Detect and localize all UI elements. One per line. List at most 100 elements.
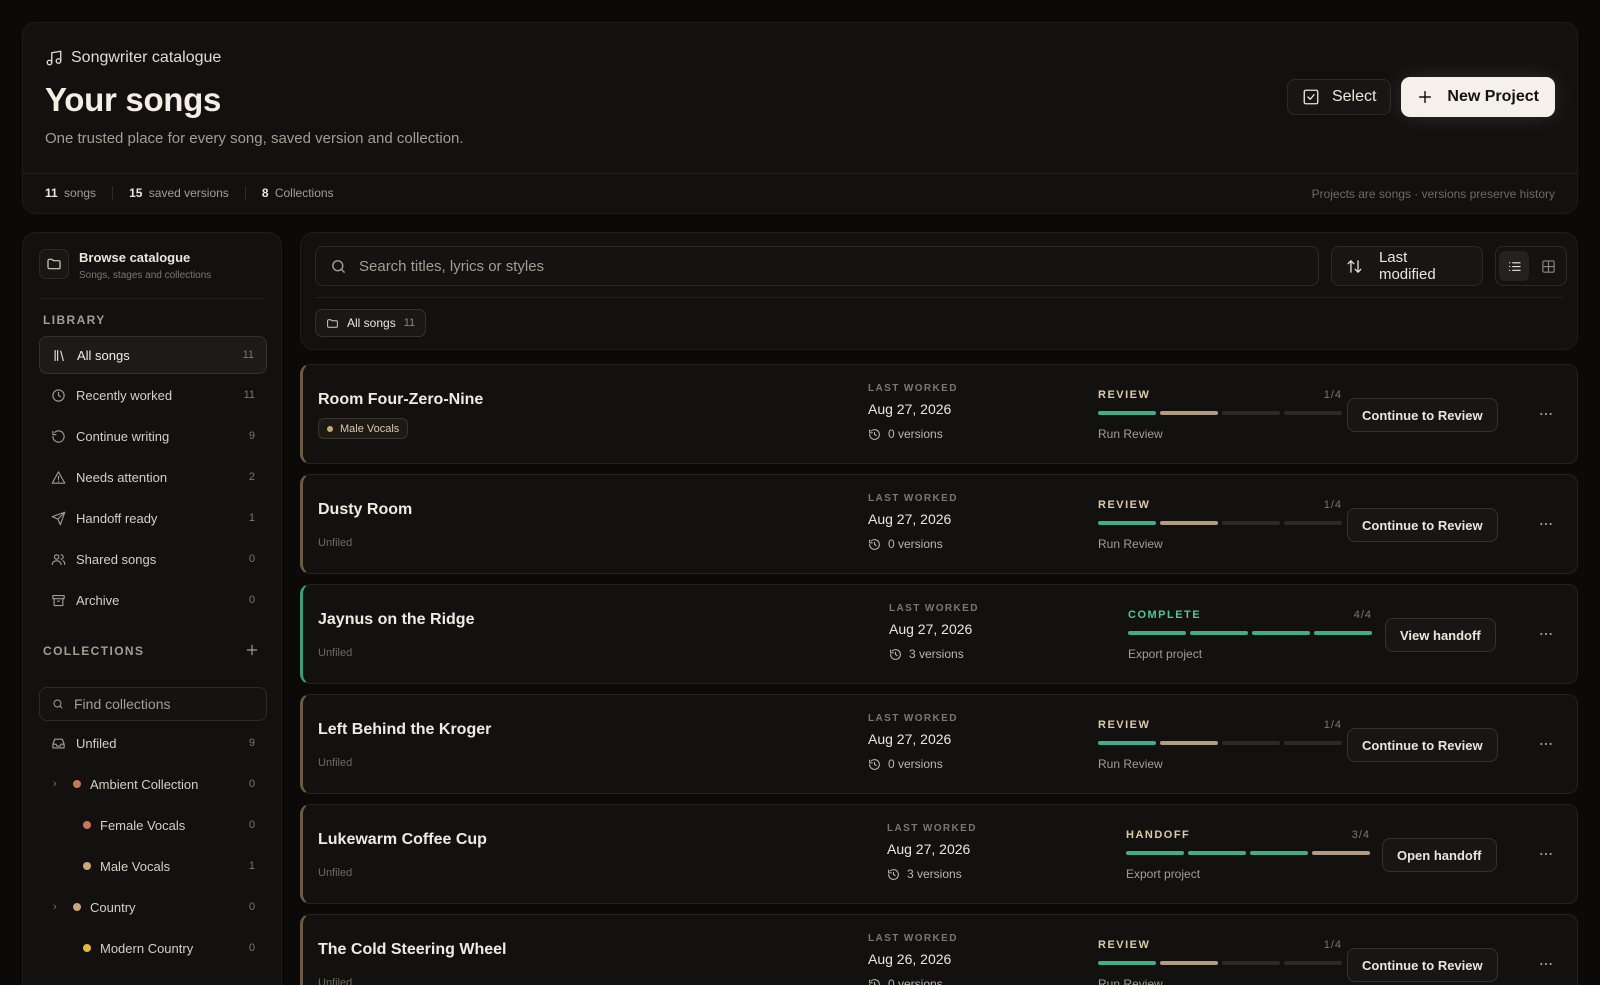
- sidebar-item-count: 0: [248, 594, 255, 606]
- collection-item-ambient[interactable]: › Ambient Collection 0: [39, 768, 267, 800]
- continue-to-review-button[interactable]: Continue to Review: [1347, 508, 1498, 542]
- song-search-input[interactable]: [359, 257, 1259, 275]
- song-row[interactable]: Left Behind the Kroger Unfiled LAST WORK…: [300, 694, 1578, 794]
- stage-fraction: 1/4: [1323, 389, 1342, 401]
- continue-to-review-button[interactable]: Continue to Review: [1347, 728, 1498, 762]
- ellipsis-icon: [1540, 412, 1552, 416]
- progress-bars: [1128, 631, 1372, 635]
- progress-segment: [1222, 961, 1280, 965]
- sidebar-item-label: Handoff ready: [76, 510, 158, 526]
- browse-subtitle: Songs, stages and collections: [79, 270, 212, 281]
- add-collection-icon[interactable]: [245, 643, 259, 657]
- new-project-button[interactable]: New Project: [1401, 77, 1555, 117]
- browse-catalogue: Browse catalogue Songs, stages and colle…: [39, 249, 211, 281]
- collection-label: Female Vocals: [100, 817, 186, 833]
- sidebar: Browse catalogue Songs, stages and colle…: [22, 232, 282, 985]
- song-row[interactable]: Lukewarm Coffee Cup Unfiled LAST WORKED …: [300, 804, 1578, 904]
- sort-button[interactable]: Last modified: [1331, 246, 1483, 286]
- stage-label: REVIEW: [1098, 939, 1151, 951]
- more-options-button[interactable]: [1537, 845, 1555, 863]
- stat-collections: 8 Collections: [261, 186, 334, 200]
- progress-segment: [1314, 631, 1372, 635]
- song-row[interactable]: Dusty Room Unfiled LAST WORKED Aug 27, 2…: [300, 474, 1578, 574]
- sidebar-item-count: 1: [248, 512, 255, 524]
- song-collection: Unfiled: [318, 537, 353, 549]
- refresh-icon: [52, 429, 65, 443]
- song-toolbar: Last modified All songs 11: [300, 232, 1578, 350]
- more-options-button[interactable]: [1537, 625, 1555, 643]
- progress-bars: [1098, 961, 1342, 965]
- collection-item-country[interactable]: › Country 0: [39, 891, 267, 923]
- song-title: Left Behind the Kroger: [318, 721, 492, 738]
- progress-segment: [1284, 521, 1342, 525]
- inbox-icon: [52, 738, 65, 748]
- collections-search-input[interactable]: [74, 696, 254, 712]
- library-label: LIBRARY: [43, 313, 106, 327]
- last-worked-label: LAST WORKED: [889, 603, 979, 614]
- more-options-button[interactable]: [1537, 515, 1555, 533]
- song-row[interactable]: The Cold Steering Wheel Unfiled LAST WOR…: [300, 914, 1578, 985]
- continue-to-review-button[interactable]: Continue to Review: [1347, 398, 1498, 432]
- catalogue-header: Songwriter catalogue Your songs One trus…: [22, 22, 1578, 214]
- last-worked: LAST WORKED Aug 27, 2026 3 versions: [887, 823, 1027, 881]
- sidebar-item-recently-worked[interactable]: Recently worked 11: [39, 376, 267, 414]
- stat-songs: 11 songs: [45, 186, 97, 200]
- song-row[interactable]: Jaynus on the Ridge Unfiled LAST WORKED …: [300, 584, 1578, 684]
- collection-item-male-vocals[interactable]: Male Vocals 1: [39, 850, 267, 882]
- stat-versions: 15 saved versions: [129, 186, 229, 200]
- last-worked-label: LAST WORKED: [887, 823, 977, 834]
- collection-label: Country: [90, 899, 136, 915]
- sidebar-item-handoff-ready[interactable]: Handoff ready 1: [39, 499, 267, 537]
- header-note: Projects are songs · versions preserve h…: [1311, 187, 1555, 201]
- song-collection-tag[interactable]: Male Vocals: [318, 418, 409, 439]
- collection-count: 9: [248, 737, 255, 749]
- progress-segment: [1190, 631, 1248, 635]
- history-icon: [890, 648, 901, 660]
- open-handoff-button[interactable]: Open handoff: [1382, 838, 1497, 872]
- sidebar-item-archive[interactable]: Archive 0: [39, 581, 267, 619]
- ellipsis-icon: [1540, 962, 1552, 966]
- next-step: Export project: [1128, 647, 1203, 661]
- more-options-button[interactable]: [1537, 955, 1555, 973]
- list-icon: [1508, 261, 1521, 271]
- chevron-right-icon[interactable]: ›: [53, 901, 63, 913]
- stage-label: REVIEW: [1098, 719, 1151, 731]
- collection-item-modern-country[interactable]: Modern Country 0: [39, 932, 267, 964]
- list-view-button[interactable]: [1499, 251, 1529, 281]
- history-icon: [869, 538, 880, 550]
- collection-label: Male Vocals: [100, 858, 171, 874]
- collection-count: 0: [248, 942, 255, 954]
- song-row[interactable]: Room Four-Zero-Nine Male Vocals LAST WOR…: [300, 364, 1578, 464]
- tag-dot: [327, 425, 333, 432]
- version-count: 3 versions: [889, 647, 1029, 661]
- version-count: 0 versions: [868, 427, 1008, 441]
- collections-search: [39, 687, 267, 721]
- sidebar-item-shared-songs[interactable]: Shared songs 0: [39, 540, 267, 578]
- browse-icon-box: [39, 249, 69, 279]
- progress-segment: [1222, 741, 1280, 745]
- collection-item-unfiled[interactable]: Unfiled 9: [39, 727, 267, 759]
- next-step: Run Review: [1098, 427, 1163, 441]
- collection-item-female-vocals[interactable]: Female Vocals 0: [39, 809, 267, 841]
- grid-view-button[interactable]: [1533, 251, 1563, 281]
- next-step: Export project: [1126, 867, 1201, 881]
- header-actions: Select New Project: [1286, 77, 1555, 117]
- select-button[interactable]: Select: [1286, 79, 1392, 115]
- sidebar-item-label: All songs: [77, 347, 130, 363]
- sidebar-item-needs-attention[interactable]: Needs attention 2: [39, 458, 267, 496]
- sidebar-item-all-songs[interactable]: All songs 11: [39, 336, 267, 374]
- progress-segment: [1098, 411, 1156, 415]
- sidebar-item-continue-writing[interactable]: Continue writing 9: [39, 417, 267, 455]
- ellipsis-icon: [1540, 852, 1552, 856]
- last-worked-label: LAST WORKED: [868, 493, 958, 504]
- grid-icon: [1541, 259, 1555, 273]
- stage-progress: HANDOFF 3/4 Export project: [1126, 829, 1370, 881]
- progress-bars: [1098, 521, 1342, 525]
- more-options-button[interactable]: [1537, 735, 1555, 753]
- continue-to-review-button[interactable]: Continue to Review: [1347, 948, 1498, 982]
- progress-segment: [1252, 631, 1310, 635]
- filter-chip-all-songs[interactable]: All songs 11: [315, 309, 427, 337]
- more-options-button[interactable]: [1537, 405, 1555, 423]
- chevron-right-icon[interactable]: ›: [53, 778, 63, 790]
- view-handoff-button[interactable]: View handoff: [1385, 618, 1496, 652]
